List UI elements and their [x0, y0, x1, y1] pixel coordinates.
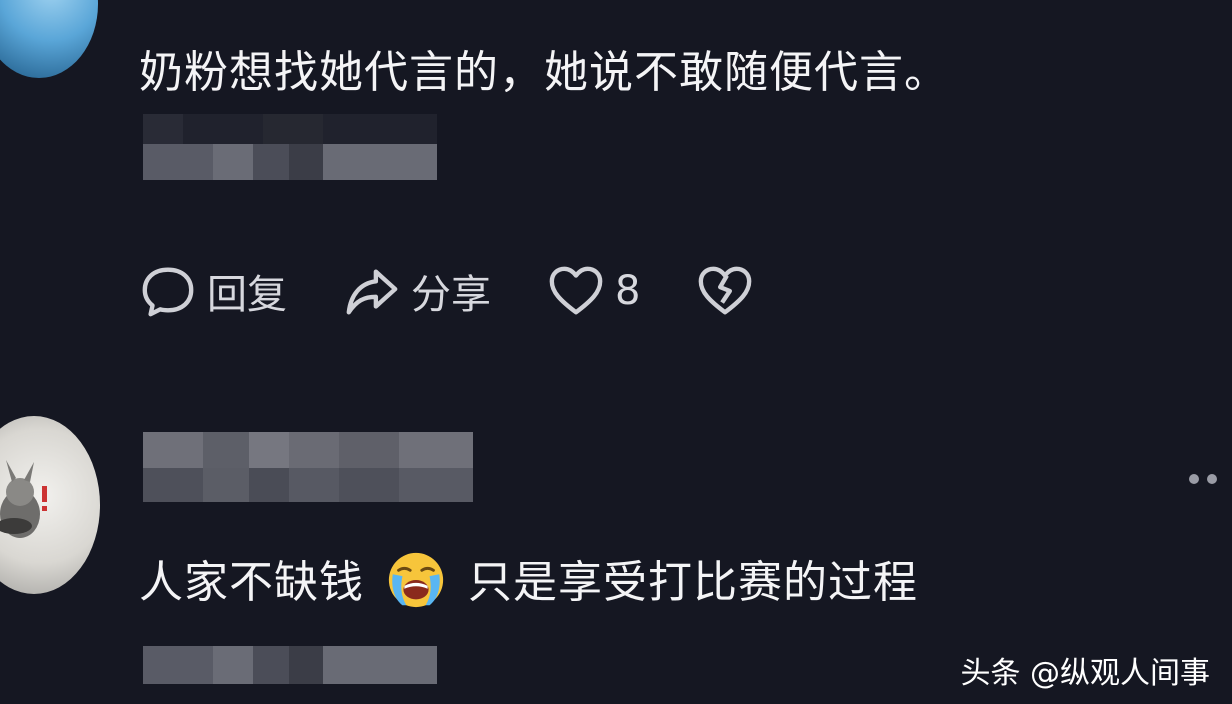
watermark: 头条 @纵观人间事 — [960, 656, 1210, 691]
commenter-avatar-2[interactable] — [0, 416, 100, 594]
comment-1-actions: 回复 分享 8 — [139, 262, 810, 320]
comment-2-meta-blurred — [143, 646, 437, 684]
rabbit-icon — [0, 460, 47, 538]
commenter-2-name-blurred — [143, 468, 473, 502]
comment-1-meta-blurred — [143, 144, 437, 180]
comment-bubble-icon — [142, 267, 194, 317]
share-arrow-icon — [346, 269, 398, 315]
commenter-avatar-1[interactable] — [0, 0, 98, 78]
more-icon — [1189, 474, 1199, 484]
like-button[interactable]: 8 — [547, 262, 640, 320]
loudly-crying-face-icon — [388, 552, 444, 608]
comment-1-text: 奶粉想找她代言的，她说不敢随便代言。 — [139, 47, 949, 98]
more-options-button[interactable] — [1189, 474, 1225, 484]
commenter-2-name-blurred — [143, 432, 473, 468]
reply-label: 回复 — [207, 272, 287, 318]
comment-1-meta-blurred — [143, 114, 437, 144]
dislike-button[interactable] — [696, 262, 754, 320]
reply-button[interactable]: 回复 — [139, 262, 287, 320]
like-count: 8 — [615, 268, 641, 314]
heart-icon — [549, 266, 603, 315]
share-button[interactable]: 分享 — [343, 262, 491, 320]
more-icon — [1207, 474, 1217, 484]
comment-2-text-part2: 只是享受打比赛的过程 — [468, 557, 918, 608]
comment-2-text-part1: 人家不缺钱 — [139, 557, 364, 608]
comment-2-text: 人家不缺钱 只是享受打比赛的过程 — [139, 546, 918, 611]
share-label: 分享 — [411, 272, 491, 318]
broken-heart-icon — [699, 266, 752, 315]
